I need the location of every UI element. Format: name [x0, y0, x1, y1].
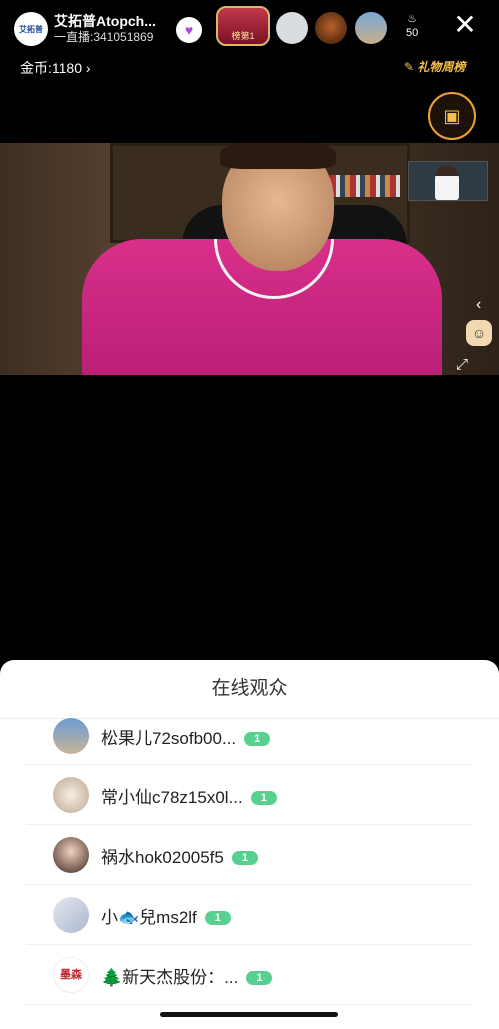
avatar[interactable] [53, 897, 89, 933]
avatar[interactable] [53, 718, 89, 754]
top-viewer-avatar[interactable] [276, 12, 308, 44]
list-item[interactable]: 松果儿72sofb00... 1 [0, 718, 499, 765]
live-header: 艾拓普 艾拓普Atopch... 一直播:341051869 ♥ 榜第1 ♨ 5… [0, 0, 499, 140]
chevron-left-icon[interactable]: ‹ [476, 296, 481, 314]
level-badge: 1 [231, 851, 258, 865]
close-icon: ✕ [453, 9, 477, 40]
viewer-name: 松果儿72sofb00... [101, 729, 237, 748]
viewer-name: 🌲新天杰股份：... [101, 968, 239, 987]
viewer-name: 小🐟兒ms2lf [101, 908, 197, 927]
chevron-right-icon: › [85, 60, 91, 76]
level-badge: 1 [204, 911, 231, 925]
host-avatar-logo: 艾拓普 [19, 24, 43, 34]
list-item[interactable]: 常小仙c78z15x0l... 1 [0, 765, 499, 825]
top-viewer-avatar[interactable] [315, 12, 347, 44]
viewer-name: 祸水hok02005f5 [101, 848, 224, 867]
rank-badge[interactable]: 榜第1 [216, 6, 270, 46]
viewer-name: 常小仙c78z15x0l... [101, 788, 243, 807]
books [330, 175, 400, 197]
list-item[interactable]: 小🐟兒ms2lf 1 [0, 885, 499, 945]
guest-figure [435, 166, 459, 200]
mascot-icon[interactable]: ☺ [466, 320, 492, 346]
avatar[interactable]: 墨森 [53, 957, 89, 993]
top-viewer-avatar[interactable] [355, 12, 387, 44]
viewer-list: 松果儿72sofb00... 1 常小仙c78z15x0l... 1 祸水hok02… [0, 718, 499, 1005]
heart-icon: ♥ [184, 22, 194, 38]
home-indicator[interactable] [160, 1012, 338, 1017]
coins-link[interactable]: 金币:1180 › [20, 58, 91, 78]
host-info[interactable]: 艾拓普 艾拓普Atopch... 一直播:341051869 [14, 12, 156, 46]
follow-heart-button[interactable]: ♥ [176, 17, 202, 43]
coins-label: 金币:1180 [20, 60, 82, 76]
host-id: 一直播:341051869 [54, 30, 154, 44]
gift-rank-label: 礼物周榜 [417, 60, 466, 74]
list-item[interactable]: 祸水hok02005f5 1 [0, 825, 499, 885]
list-item[interactable]: 墨森 🌲新天杰股份：... 1 [0, 945, 499, 1005]
level-badge: 1 [244, 732, 271, 746]
rank-badge-label: 榜第1 [231, 31, 255, 41]
seal-logo: 墨森 [60, 969, 82, 981]
flame-icon: ♨ [407, 13, 418, 25]
heat-value: 50 [406, 27, 419, 39]
host-avatar[interactable]: 艾拓普 [14, 12, 48, 46]
sheet-title: 在线观众 [0, 660, 499, 719]
brush-icon: ✎ [404, 60, 415, 74]
close-button[interactable]: ✕ [452, 9, 478, 40]
host-name: 艾拓普Atopch... [54, 13, 156, 29]
presenter-hair [220, 143, 336, 169]
picture-in-picture[interactable] [408, 161, 488, 201]
level-badge: 1 [250, 791, 277, 805]
treasure-chest-icon: ▣ [443, 105, 461, 126]
avatar[interactable] [53, 837, 89, 873]
level-badge: 1 [246, 971, 273, 985]
treasure-chest-button[interactable]: ▣ [428, 92, 476, 140]
fullscreen-icon[interactable]: ⤢ [456, 356, 468, 373]
online-viewers-sheet: 在线观众 松果儿72sofb00... 1 常小仙c78z15x0l... 1 祸水… [0, 660, 499, 1029]
gift-rank-link[interactable]: ✎ 礼物周榜 [404, 58, 465, 75]
heat-counter[interactable]: ♨ 50 [406, 12, 418, 40]
avatar[interactable] [53, 777, 89, 813]
